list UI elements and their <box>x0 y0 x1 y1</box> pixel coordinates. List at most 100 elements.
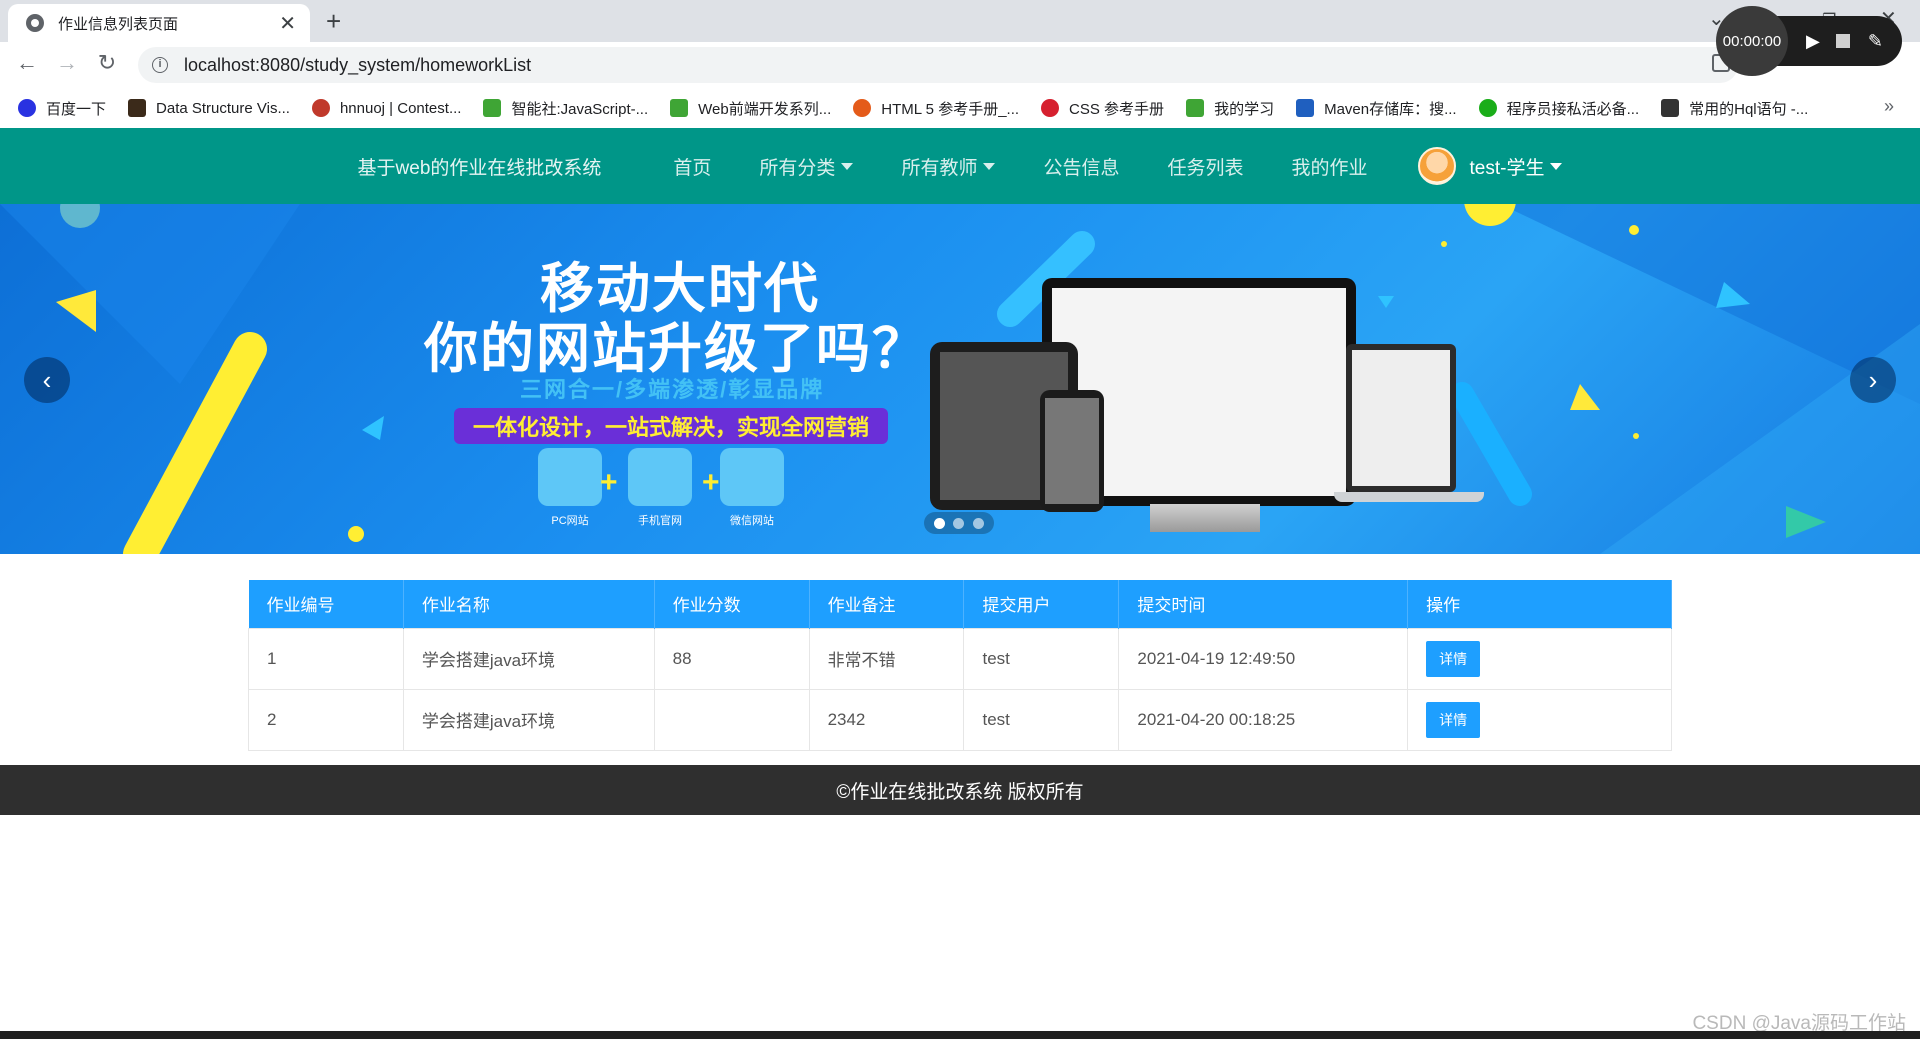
bookmark-icon <box>128 99 147 117</box>
cell-id: 1 <box>248 627 404 690</box>
address-bar[interactable]: i localhost:8080/study_system/homeworkLi… <box>138 47 1738 83</box>
bookmark-item[interactable]: Web前端开发系列... <box>670 98 831 119</box>
caret-down-icon <box>1550 162 1563 170</box>
caret-down-icon <box>841 162 854 170</box>
avatar <box>1417 147 1456 185</box>
wechat-icon <box>720 448 784 506</box>
user-name: test-学生 <box>1469 157 1545 179</box>
device-label: 手机官网 <box>638 515 682 527</box>
os-taskbar <box>0 1031 1920 1039</box>
back-icon[interactable]: ← <box>12 50 42 76</box>
column-header: 作业分数 <box>654 580 810 628</box>
url-text: localhost:8080/study_system/homeworkList <box>184 54 532 75</box>
detail-button[interactable]: 详情 <box>1426 640 1481 677</box>
cell-score: 88 <box>653 627 810 690</box>
carousel-dot[interactable] <box>953 517 965 529</box>
bookmark-item[interactable]: hnnuoj | Contest... <box>311 99 461 117</box>
carousel-next-icon[interactable]: › <box>1850 357 1896 403</box>
column-header: 作业名称 <box>403 580 655 628</box>
forward-icon[interactable]: → <box>52 50 82 76</box>
carousel-dot[interactable] <box>972 517 984 529</box>
cell-action: 详情 <box>1407 627 1672 690</box>
nav-categories[interactable]: 所有分类 <box>759 153 854 180</box>
browser-toolbar: ← → ↻ i localhost:8080/study_system/home… <box>0 42 1920 88</box>
play-icon[interactable]: ▶ <box>1806 31 1820 52</box>
bookmark-item[interactable]: CSS 参考手册 <box>1041 98 1164 119</box>
cell-action: 详情 <box>1407 688 1672 751</box>
column-header: 提交时间 <box>1118 580 1409 628</box>
nav-announcements[interactable]: 公告信息 <box>1043 153 1119 180</box>
nav-home[interactable]: 首页 <box>673 153 711 180</box>
bookmark-icon <box>853 99 872 117</box>
column-header: 操作 <box>1407 580 1672 628</box>
cell-time: 2021-04-20 00:18:25 <box>1118 688 1409 751</box>
bookmark-item[interactable]: Data Structure Vis... <box>128 99 290 117</box>
globe-icon <box>26 14 44 32</box>
bookmark-icon <box>1296 99 1315 117</box>
bookmark-icon <box>1478 99 1497 117</box>
cell-user: test <box>963 688 1120 751</box>
cell-note: 非常不错 <box>808 627 965 690</box>
site-brand[interactable]: 基于web的作业在线批改系统 <box>358 153 602 180</box>
bookmark-item[interactable]: Maven存储库：搜... <box>1296 98 1457 119</box>
bookmark-item[interactable]: 智能社:JavaScript-... <box>483 98 648 119</box>
laptop-illustration <box>1346 344 1456 492</box>
browser-tab-bar: 作业信息列表页面 ✕ + ⌄ ❐ ✕ <box>0 0 1920 42</box>
banner-carousel: 移动大时代 你的网站升级了吗？ 三网合一/多端渗透/彰显品牌 一体化设计，一站式… <box>0 204 1920 554</box>
plus-icon: + <box>702 466 720 499</box>
pen-icon[interactable]: ✎ <box>1868 31 1883 52</box>
plus-icon: + <box>600 466 618 499</box>
browser-tab[interactable]: 作业信息列表页面 ✕ <box>8 4 310 42</box>
carousel-indicators <box>924 512 994 534</box>
carousel-prev-icon[interactable]: ‹ <box>24 357 70 403</box>
column-header: 作业备注 <box>809 580 965 628</box>
user-menu[interactable]: test-学生 <box>1417 147 1563 185</box>
cell-name: 学会搭建java环境 <box>402 688 655 751</box>
bookmark-icon <box>1186 99 1205 117</box>
more-bookmarks-icon[interactable]: » <box>1884 96 1894 117</box>
nav-teachers[interactable]: 所有教师 <box>901 153 996 180</box>
screen-recorder-widget: 00:00:00 ▶ ✎ <box>1716 6 1902 76</box>
monitor-stand <box>1150 504 1260 532</box>
close-tab-icon[interactable]: ✕ <box>279 11 296 36</box>
device-label: 微信网站 <box>730 515 774 527</box>
bookmark-item[interactable]: 百度一下 <box>18 98 106 119</box>
laptop-base <box>1334 492 1484 502</box>
nav-tasks[interactable]: 任务列表 <box>1167 153 1243 180</box>
bookmark-item[interactable]: HTML 5 参考手册_... <box>853 98 1019 119</box>
site-info-icon[interactable]: i <box>152 57 168 73</box>
table-row: 2 学会搭建java环境 2342 test 2021-04-20 00:18:… <box>248 688 1672 751</box>
device-label: PC网站 <box>551 515 589 527</box>
mobile-icon <box>628 448 692 506</box>
homework-table: 作业编号 作业名称 作业分数 作业备注 提交用户 提交时间 操作 1 学会搭建j… <box>248 580 1672 751</box>
site-footer: ©作业在线批改系统 版权所有 <box>0 765 1920 815</box>
detail-button[interactable]: 详情 <box>1426 701 1481 738</box>
bookmark-item[interactable]: 程序员接私活必备... <box>1478 98 1639 119</box>
cell-user: test <box>963 627 1120 690</box>
cell-name: 学会搭建java环境 <box>402 627 655 690</box>
site-navbar: 基于web的作业在线批改系统 首页 所有分类 所有教师 公告信息 任务列表 我的… <box>0 128 1920 204</box>
bookmark-item[interactable]: 我的学习 <box>1186 98 1274 119</box>
bookmark-icon <box>670 99 689 117</box>
bookmark-icon <box>483 99 502 117</box>
caret-down-icon <box>983 162 996 170</box>
nav-my-homework[interactable]: 我的作业 <box>1291 153 1367 180</box>
table-header-row: 作业编号 作业名称 作业分数 作业备注 提交用户 提交时间 操作 <box>248 580 1672 628</box>
column-header: 作业编号 <box>248 580 404 628</box>
bookmark-icon <box>1041 99 1060 117</box>
cell-note: 2342 <box>808 688 965 751</box>
bookmark-icon <box>311 99 330 117</box>
new-tab-icon[interactable]: + <box>326 6 341 37</box>
stop-icon[interactable] <box>1835 34 1850 48</box>
phone-illustration <box>1040 390 1104 512</box>
column-header: 提交用户 <box>963 580 1120 628</box>
bookmark-item[interactable]: 常用的Hql语句 -... <box>1661 98 1808 119</box>
cell-score <box>653 688 810 751</box>
reload-icon[interactable]: ↻ <box>92 50 122 76</box>
carousel-dot[interactable] <box>934 517 946 529</box>
bookmark-icon <box>1661 99 1680 117</box>
bookmarks-bar: 百度一下 Data Structure Vis... hnnuoj | Cont… <box>0 88 1920 128</box>
tab-title: 作业信息列表页面 <box>58 15 179 33</box>
banner-slogan: 一体化设计，一站式解决，实现全网营销 <box>454 408 888 444</box>
table-row: 1 学会搭建java环境 88 非常不错 test 2021-04-19 12:… <box>248 627 1672 690</box>
